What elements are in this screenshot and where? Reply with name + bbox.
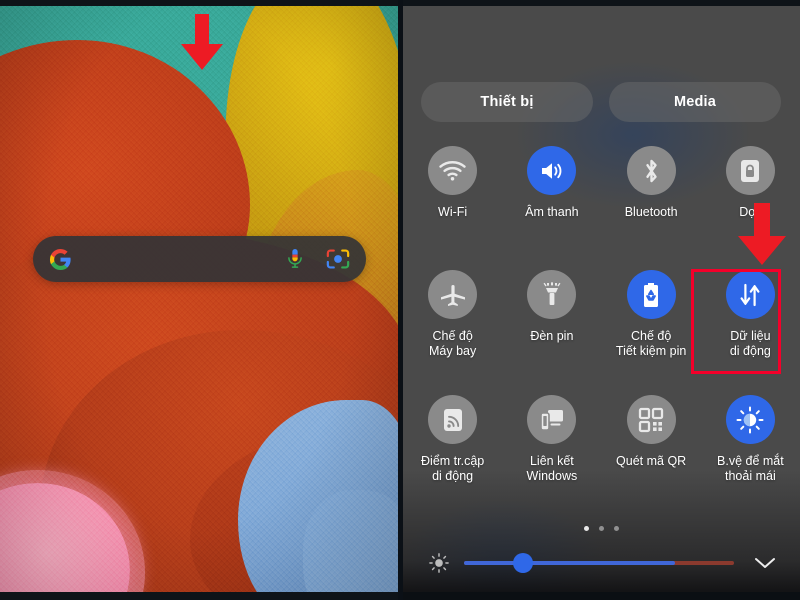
quick-settings-panel: Thiết bị Media Wi-Fi Âm thanh Bluetooth … xyxy=(403,0,800,600)
chevron-down-icon[interactable] xyxy=(754,556,776,570)
qr-scan-icon xyxy=(626,395,676,444)
microphone-icon[interactable] xyxy=(285,247,305,271)
wifi-icon xyxy=(428,146,478,195)
tab-media[interactable]: Media xyxy=(609,82,781,122)
screenshot-root: Thiết bị Media Wi-Fi Âm thanh Bluetooth … xyxy=(0,0,800,600)
tile-du-lieu-di-dong[interactable]: Dữ liệu di động xyxy=(701,270,800,395)
brightness-row xyxy=(403,548,800,578)
home-top-bar xyxy=(0,0,398,6)
tile-label: Liên kết Windows xyxy=(526,454,578,483)
tile-quet-ma-qr[interactable]: Quét mã QR xyxy=(602,395,701,515)
swipe-down-arrow xyxy=(178,14,226,70)
page-dot[interactable] xyxy=(599,526,604,531)
tile-row: Điểm tr.cập di động Liên kết Windows Qué… xyxy=(403,395,800,515)
quick-settings-tabs: Thiết bị Media xyxy=(421,82,781,122)
tile-bve-de-mat-thoai-mai[interactable]: B.vệ để mắt thoải mái xyxy=(701,395,800,515)
google-g-icon xyxy=(49,248,72,271)
tile-diem-truy-cap[interactable]: Điểm tr.cập di động xyxy=(403,395,502,515)
tile-label: Quét mã QR xyxy=(616,454,687,468)
tile-label: Bluetooth xyxy=(624,205,678,219)
tile-label: Dữ liệu di động xyxy=(729,329,771,358)
brightness-slider[interactable] xyxy=(464,553,734,573)
battery-saver-icon xyxy=(626,270,676,319)
tab-thiet-bi[interactable]: Thiết bị xyxy=(421,82,593,122)
link-to-windows-icon xyxy=(527,395,577,444)
qs-bottom-bar xyxy=(403,592,800,600)
brightness-thumb[interactable] xyxy=(513,553,534,573)
hotspot-icon xyxy=(428,395,478,444)
volume-icon xyxy=(527,146,577,195)
quick-settings-tile-grid: Wi-Fi Âm thanh Bluetooth Dọc Chế độ Máy … xyxy=(403,146,800,515)
tile-am-thanh[interactable]: Âm thanh xyxy=(502,146,601,270)
tile-label: B.vệ để mắt thoải mái xyxy=(717,454,784,483)
tile-den-pin[interactable]: Đèn pin xyxy=(502,270,601,395)
wallpaper-vignette xyxy=(0,0,398,600)
tile-lien-ket-windows[interactable]: Liên kết Windows xyxy=(502,395,601,515)
brightness-fill xyxy=(464,561,675,565)
mobile-data-arrow xyxy=(734,203,790,265)
tile-label: Chế độ Tiết kiệm pin xyxy=(615,329,687,358)
tile-label: Wi-Fi xyxy=(438,205,468,219)
tile-label: Điểm tr.cập di động xyxy=(421,454,485,483)
airplane-icon xyxy=(428,270,478,319)
mobile-data-icon xyxy=(725,270,775,319)
tile-tiet-kiem-pin[interactable]: Chế độ Tiết kiệm pin xyxy=(602,270,701,395)
bluetooth-icon xyxy=(626,146,676,195)
flashlight-icon xyxy=(527,270,577,319)
tile-row: Chế độ Máy bay Đèn pin Chế độ Tiết kiệm … xyxy=(403,270,800,395)
page-dot[interactable] xyxy=(584,526,589,531)
page-indicator-dots xyxy=(403,526,800,531)
qs-top-bar xyxy=(403,0,800,6)
google-lens-icon[interactable] xyxy=(326,248,350,270)
tile-wifi[interactable]: Wi-Fi xyxy=(403,146,502,270)
tile-label: Chế độ Máy bay xyxy=(429,329,477,358)
android-home-screen xyxy=(0,0,398,600)
tile-label: Âm thanh xyxy=(525,205,579,219)
google-search-bar[interactable] xyxy=(33,236,366,282)
eye-comfort-icon xyxy=(725,395,775,444)
tile-label: Đèn pin xyxy=(530,329,574,343)
rotation-lock-icon xyxy=(725,146,775,195)
tile-che-do-may-bay[interactable]: Chế độ Máy bay xyxy=(403,270,502,395)
tile-bluetooth[interactable]: Bluetooth xyxy=(602,146,701,270)
brightness-icon xyxy=(429,553,449,573)
home-bottom-bar xyxy=(0,592,398,600)
page-dot[interactable] xyxy=(614,526,619,531)
